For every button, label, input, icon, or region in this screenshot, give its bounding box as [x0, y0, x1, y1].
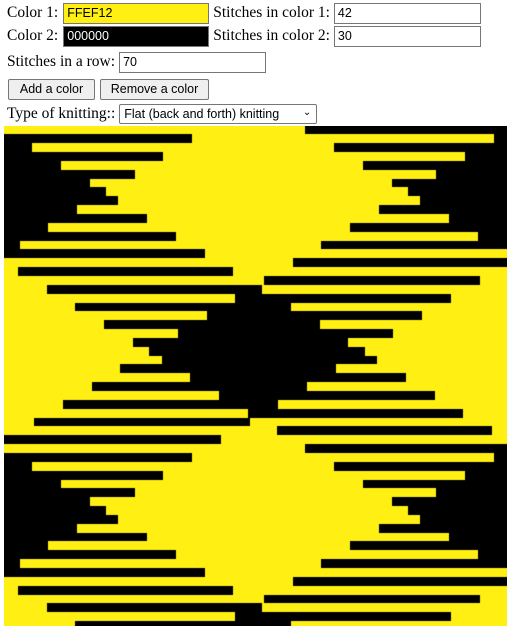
color-2-row: Color 2: Stitches in color 2: [7, 25, 481, 47]
row-length-row: Stitches in a row: [7, 51, 267, 73]
color-buttons: Add a color Remove a color [8, 78, 209, 100]
knitting-type-label: Type of knitting:: [7, 105, 116, 122]
knitting-pattern-preview [4, 126, 507, 626]
stitches-in-row-input[interactable] [119, 51, 267, 73]
stitches-color-2-label: Stitches in color 2: [213, 27, 330, 44]
knitting-type-row: Type of knitting:: Flat (back and forth)… [7, 103, 318, 125]
chevron-down-icon: ⌄ [302, 107, 312, 118]
stitches-color-2-input[interactable] [333, 25, 481, 47]
knitting-type-select[interactable]: Flat (back and forth) knitting ⌄ [119, 104, 318, 124]
remove-color-button[interactable]: Remove a color [100, 78, 209, 100]
color-1-row: Color 1: Stitches in color 1: [7, 2, 481, 24]
color-1-label: Color 1: [7, 4, 59, 21]
stitches-color-1-label: Stitches in color 1: [213, 4, 330, 21]
knitting-type-value: Flat (back and forth) knitting [124, 107, 280, 121]
color-2-label: Color 2: [7, 27, 59, 44]
add-color-button[interactable]: Add a color [8, 78, 95, 100]
color-1-input[interactable] [63, 2, 210, 24]
color-2-input[interactable] [63, 25, 210, 47]
stitches-in-row-label: Stitches in a row: [7, 53, 116, 70]
stitches-color-1-input[interactable] [333, 2, 481, 24]
